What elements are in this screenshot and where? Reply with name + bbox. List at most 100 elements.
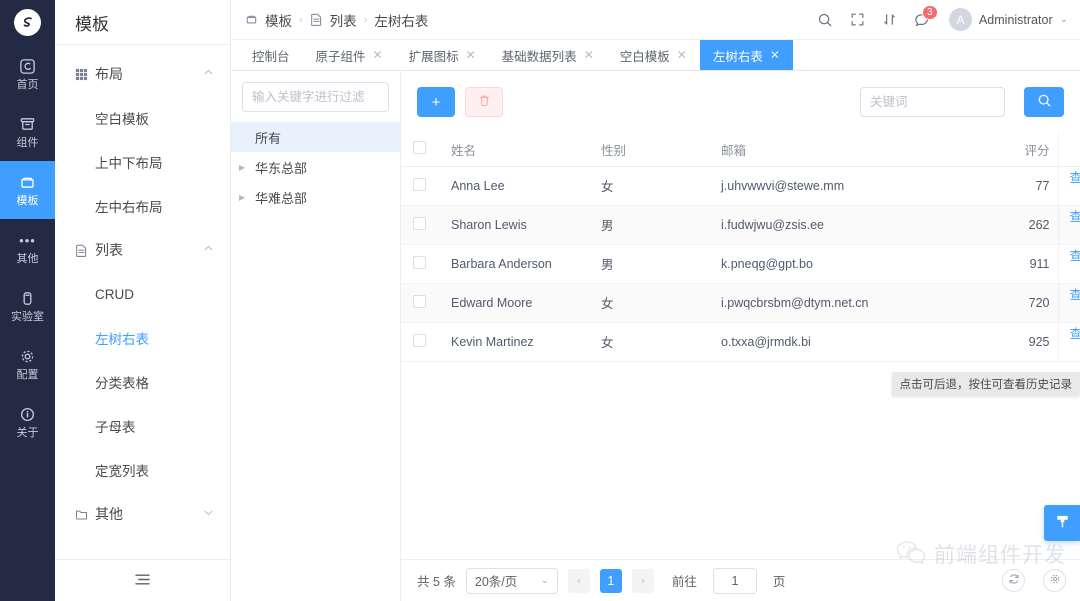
jump-page-input[interactable] — [712, 567, 757, 594]
tab-console[interactable]: 控制台 — [239, 40, 303, 70]
row-checkbox[interactable] — [413, 294, 426, 308]
sidebar-group-label: 布局 — [95, 66, 123, 82]
cell-operations: 查看 编辑 删除 — [1057, 166, 1080, 206]
refresh-button[interactable] — [1002, 569, 1025, 592]
breadcrumb-item-template[interactable]: 模板 — [265, 10, 292, 30]
tree-node-east-hq[interactable]: ▶ 华东总部 — [231, 152, 400, 182]
sidebar-item-horizontal-layout[interactable]: 左中右布局 — [55, 184, 230, 228]
tab-tree-table[interactable]: 左树右表 ✕ — [699, 40, 793, 70]
lab-icon — [19, 290, 36, 308]
tree-node-all[interactable]: ▶ 所有 — [231, 122, 400, 152]
row-checkbox-cell — [401, 166, 443, 206]
row-checkbox[interactable] — [413, 216, 426, 230]
table-row[interactable]: Barbara Anderson 男 k.pneqg@gpt.bo 911 查看… — [401, 244, 1080, 284]
cell-score: 77 — [943, 166, 1058, 206]
cell-name: Kevin Martinez — [443, 322, 593, 362]
home-icon — [19, 58, 36, 76]
template-icon — [19, 174, 36, 192]
search-input[interactable] — [860, 87, 1005, 117]
row-checkbox[interactable] — [413, 333, 426, 347]
cell-email: o.txxa@jrmdk.bi — [713, 322, 943, 362]
view-link[interactable]: 查看 — [1069, 210, 1080, 224]
rail-item-label: 实验室 — [11, 310, 44, 323]
table-row[interactable]: Kevin Martinez 女 o.txxa@jrmdk.bi 925 查看 … — [401, 322, 1080, 362]
header-score[interactable]: 评分 — [943, 133, 1058, 167]
theme-brush-button[interactable] — [1044, 505, 1080, 541]
info-icon — [19, 406, 36, 424]
prev-page-button[interactable]: ‹ — [567, 568, 590, 593]
tree-node-hard-hq[interactable]: ▶ 华难总部 — [231, 182, 400, 212]
view-link[interactable]: 查看 — [1069, 249, 1080, 263]
view-link[interactable]: 查看 — [1069, 171, 1080, 185]
rail-item-label: 首页 — [16, 78, 39, 91]
tree-node-label: 所有 — [255, 130, 282, 146]
chevron-right-icon[interactable]: ▶ — [239, 163, 255, 172]
total-count: 共 5 条 — [417, 575, 456, 589]
close-icon[interactable]: ✕ — [466, 48, 476, 62]
rail-item-about[interactable]: 关于 — [0, 393, 55, 451]
table-row[interactable]: Anna Lee 女 j.uhvwwvi@stewe.mm 77 查看 编辑 删… — [401, 166, 1080, 206]
sidebar-group-label: 列表 — [95, 242, 123, 258]
sidebar-group-list[interactable]: 列表 — [55, 228, 230, 272]
sidebar-item-blank-template[interactable]: 空白模板 — [55, 96, 230, 140]
view-link[interactable]: 查看 — [1069, 288, 1080, 302]
rail-item-lab[interactable]: 实验室 — [0, 277, 55, 335]
rail-item-config[interactable]: 配置 — [0, 335, 55, 393]
fullscreen-icon[interactable] — [850, 12, 865, 27]
cell-gender: 男 — [593, 244, 713, 284]
search-icon[interactable] — [817, 12, 833, 28]
sidebar-item-fixed-width-list[interactable]: 定宽列表 — [55, 448, 230, 492]
close-icon[interactable]: ✕ — [584, 48, 594, 62]
view-link[interactable]: 查看 — [1069, 327, 1080, 341]
sidebar-collapse-button[interactable] — [55, 559, 230, 601]
search-button[interactable] — [1024, 87, 1064, 117]
delete-button[interactable] — [465, 87, 503, 117]
sidebar-item-tree-table[interactable]: 左树右表 — [55, 316, 230, 360]
sidebar-item-crud[interactable]: CRUD — [55, 272, 230, 316]
user-menu[interactable]: A Administrator ⌄ — [948, 8, 1068, 31]
table-row[interactable]: Edward Moore 女 i.pwqcbrsbm@dtym.net.cn 7… — [401, 283, 1080, 323]
sidebar-item-master-detail[interactable]: 子母表 — [55, 404, 230, 448]
row-checkbox[interactable] — [413, 177, 426, 191]
header-select-all — [401, 133, 443, 167]
tree-node-label: 华难总部 — [255, 190, 308, 206]
sidebar-group-other[interactable]: 其他 — [55, 492, 230, 536]
sidebar-item-vertical-layout[interactable]: 上中下布局 — [55, 140, 230, 184]
tab-blank-template[interactable]: 空白模板 ✕ — [607, 40, 700, 70]
header-name[interactable]: 姓名 — [443, 133, 593, 167]
tab-basic-data-list[interactable]: 基础数据列表 ✕ — [489, 40, 607, 70]
header-email[interactable]: 邮箱 — [713, 133, 943, 167]
close-icon[interactable]: ✕ — [677, 48, 687, 62]
refresh-icon — [1008, 573, 1020, 588]
sidebar-group-layout[interactable]: 布局 — [55, 52, 230, 96]
sidebar-item-category-table[interactable]: 分类表格 — [55, 360, 230, 404]
table-row[interactable]: Sharon Lewis 男 i.fudwjwu@zsis.ee 262 查看 … — [401, 205, 1080, 245]
cell-gender: 女 — [593, 166, 713, 206]
gear-icon — [19, 348, 36, 366]
tree-filter — [231, 71, 400, 122]
chevron-right-icon[interactable]: ▶ — [239, 193, 255, 202]
document-icon — [75, 244, 95, 257]
breadcrumb-item-list[interactable]: 列表 — [330, 10, 357, 30]
history-tooltip: 点击可后退，按住可查看历史记录 — [891, 372, 1080, 396]
close-icon[interactable]: ✕ — [770, 48, 780, 62]
close-icon[interactable]: ✕ — [373, 48, 383, 62]
sort-arrows-icon[interactable] — [882, 12, 897, 27]
rail-item-home[interactable]: 首页 — [0, 45, 55, 103]
message-icon[interactable]: 3 — [914, 4, 938, 28]
tree-filter-input[interactable] — [242, 82, 389, 112]
select-all-checkbox[interactable] — [413, 141, 426, 155]
tab-extended-icons[interactable]: 扩展图标 ✕ — [396, 40, 489, 70]
tab-atomic-components[interactable]: 原子组件 ✕ — [303, 40, 396, 70]
next-page-button[interactable]: › — [631, 568, 654, 593]
app-logo[interactable] — [0, 0, 55, 45]
header-gender[interactable]: 性别 — [593, 133, 713, 167]
page-number-1[interactable]: 1 — [599, 568, 622, 593]
rail-item-other[interactable]: ••• 其他 — [0, 219, 55, 277]
page-size-select[interactable]: 20条/页 ⌄ — [465, 567, 558, 594]
row-checkbox[interactable] — [413, 255, 426, 269]
settings-button[interactable] — [1043, 569, 1066, 592]
rail-item-components[interactable]: 组件 — [0, 103, 55, 161]
add-button[interactable]: + — [417, 87, 455, 117]
rail-item-templates[interactable]: 模板 — [0, 161, 55, 219]
